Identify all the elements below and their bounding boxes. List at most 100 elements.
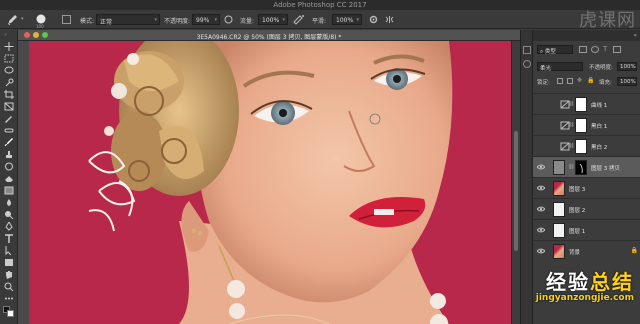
layer-name: 曲线 1 [591,103,608,109]
opacity-field[interactable]: 99% ▾ [192,14,220,25]
layer-name: 图层 3 [569,187,586,193]
layer-row[interactable]: ⛓ 图层 3 拷贝 [533,156,640,177]
gradient-tool-icon[interactable] [4,186,14,195]
filter-shape-icon[interactable] [613,46,621,53]
smoothing-settings-gear-icon[interactable] [368,14,379,25]
eye-visibility-icon[interactable] [537,143,545,149]
eye-visibility-icon[interactable] [536,185,546,191]
flow-field[interactable]: 100% ▾ [258,14,288,25]
adjustments-panel-icon[interactable] [523,60,531,68]
chain-link-icon[interactable]: ⛓ [568,143,574,149]
options-bar: ▾ 100 模式: 正常 ▾ 不透明度: 99% ▾ 流量: 100% ▾ 平滑: 1… [0,10,640,29]
watermark-word-1: 经验 [546,270,590,294]
chevron-down-icon: ▾ [214,17,217,23]
eraser-tool-icon[interactable] [4,174,14,183]
brush-panel-toggle-icon[interactable] [62,15,71,24]
chain-link-icon[interactable]: ⛓ [568,164,574,170]
collapse-arrows-icon[interactable]: » [4,32,7,38]
background-color-swatch[interactable] [7,310,14,317]
eye-visibility-icon[interactable] [536,206,546,212]
layer-opacity-field[interactable]: 100% [617,62,637,71]
rectangle-tool-icon[interactable] [4,258,14,267]
airbrush-icon[interactable] [292,14,305,25]
lasso-tool-icon[interactable] [4,66,14,75]
eye-visibility-icon[interactable] [536,248,546,254]
eye-visibility-icon[interactable] [536,227,546,233]
watermark-url: jingyanzongjie.com [535,293,634,303]
layer-row[interactable]: 图层 2 [533,198,640,219]
collapse-panel-icon[interactable]: « [633,32,637,39]
mode-select[interactable]: 正常 ▾ [96,14,160,26]
tools-panel: » [0,30,18,324]
chain-link-icon[interactable]: ⛓ [568,101,574,107]
layer-mask-thumbnail[interactable] [575,160,587,175]
flow-label: 流量: [240,18,255,25]
crop-tool-icon[interactable] [4,90,14,99]
opacity-value: 99% [196,17,210,24]
move-tool-icon[interactable] [4,42,14,51]
document-tab[interactable]: 3E5A0946.CR2 @ 50% (图层 3 拷贝, 图层蒙版/8) * [18,30,520,41]
lock-all-icon[interactable]: 🔒 [587,77,594,84]
quick-selection-tool-icon[interactable] [4,78,14,87]
fill-field[interactable]: 100% [617,77,637,86]
layer-name: 黑白 2 [591,145,608,151]
layer-row[interactable]: ⛓ 黑白 2 [533,135,640,156]
layer-row[interactable]: ⛓ 曲线 1 [533,93,640,114]
eye-visibility-icon[interactable] [537,122,545,128]
flow-value: 100% [262,17,280,24]
image-canvas[interactable] [29,41,511,324]
lock-position-icon[interactable]: ✥ [577,77,582,84]
layer-name: 黑白 1 [591,124,608,130]
eyedropper-tool-icon[interactable] [4,114,14,123]
more-tools-icon[interactable] [4,294,14,303]
watermark-top: 虎课网 [579,10,636,31]
layer-filter-select[interactable]: ⌕ 类型 [537,45,573,55]
healing-brush-tool-icon[interactable] [4,126,14,135]
layer-mask-thumbnail[interactable] [575,139,587,154]
layer-row[interactable]: 图层 1 [533,219,640,240]
layer-name: 图层 2 [569,208,586,214]
layer-thumbnail [553,244,565,259]
layer-row[interactable]: 图层 3 [533,177,640,198]
layer-opacity-value: 100% [620,64,636,70]
history-panel-icon[interactable] [523,46,531,54]
lock-pixels-icon[interactable] [567,78,573,84]
watermark-word-2: 总结 [590,270,634,294]
zoom-tool-icon[interactable] [4,282,14,292]
blend-mode-select[interactable]: 柔光 [537,62,583,72]
pen-tool-icon[interactable] [4,221,14,231]
scrollbar-thumb[interactable] [514,131,518,251]
blur-tool-icon[interactable] [4,198,14,207]
history-brush-tool-icon[interactable] [4,162,14,171]
lock-transparent-icon[interactable] [557,78,563,84]
frame-tool-icon[interactable] [4,102,14,111]
fill-value: 100% [620,79,636,85]
mode-label: 模式: [80,18,95,25]
chain-link-icon[interactable]: ⛓ [568,122,574,128]
marquee-tool-icon[interactable] [4,54,14,63]
symmetry-butterfly-icon[interactable] [384,14,395,25]
filter-adjustment-icon[interactable] [591,46,599,53]
path-selection-tool-icon[interactable] [4,246,14,256]
filter-type-icon[interactable]: T [603,45,607,53]
layer-row[interactable]: 背景 🔒 [533,240,640,261]
brush-tool-icon[interactable] [6,14,18,25]
brush-tool-icon[interactable] [4,138,14,147]
layer-mask-thumbnail[interactable] [575,97,587,112]
smoothing-field[interactable]: 100% ▾ [332,14,362,25]
layer-mask-thumbnail[interactable] [575,118,587,133]
clone-stamp-tool-icon[interactable] [4,150,14,159]
hand-tool-icon[interactable] [4,270,14,279]
eye-visibility-icon[interactable] [536,164,546,170]
layer-filter-row: ⌕ 类型 T [537,45,637,55]
filter-pixel-icon[interactable] [579,46,587,53]
type-tool-icon[interactable] [4,234,14,243]
app-title: Adobe Photoshop CC 2017 [273,1,367,9]
smoothing-value: 100% [336,17,354,24]
layer-row[interactable]: ⛓ 黑白 1 [533,114,640,135]
dodge-tool-icon[interactable] [4,210,14,220]
chevron-down-icon[interactable]: ▾ [21,16,24,22]
search-icon: ⌕ [540,49,544,55]
eye-visibility-icon[interactable] [537,101,545,107]
pressure-opacity-icon[interactable] [224,15,233,24]
